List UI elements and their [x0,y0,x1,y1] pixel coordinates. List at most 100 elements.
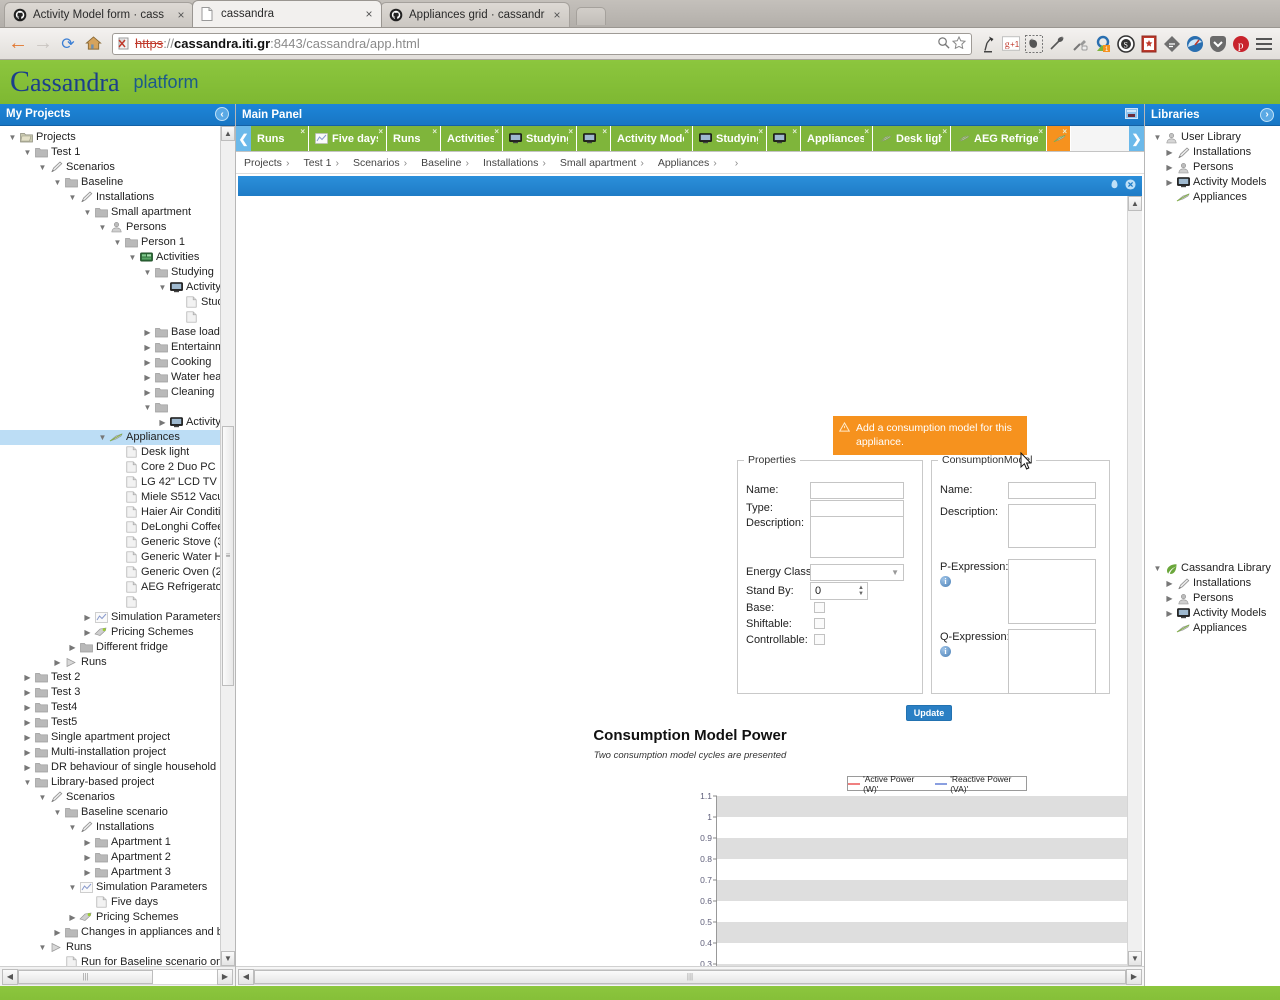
tree-item-projects[interactable]: ▼Projects [0,130,235,145]
chevron-left-circle-icon[interactable]: ‹ [215,107,229,121]
back-arrow-icon[interactable]: ← [6,32,30,56]
close-icon[interactable]: × [363,7,375,21]
chevron-down-icon[interactable]: ▼ [51,178,64,187]
tree-item-apartment-3[interactable]: ▶Apartment 3 [0,865,235,880]
pocket-icon[interactable] [1208,34,1228,54]
library-item-appliances[interactable]: ·Appliances [1145,190,1280,205]
chevron-down-icon[interactable]: ▼ [1151,133,1164,142]
chevron-down-icon[interactable]: ▼ [66,193,79,202]
chevron-down-icon[interactable]: ▼ [36,793,49,802]
info-icon[interactable]: i [940,646,951,657]
star-icon[interactable] [951,36,967,52]
tree-item-small-apartment[interactable]: ▼Small apartment [0,205,235,220]
chevron-right-icon[interactable]: ▶ [21,733,34,742]
library-item-persons[interactable]: ▶Persons [1145,160,1280,175]
scroll-down-arrow[interactable]: ▼ [1128,951,1142,966]
hscroll-track[interactable]: ||| [18,969,217,985]
type-input[interactable] [810,500,904,517]
breadcrumb-item-test-1[interactable]: Test 1› [303,157,339,169]
scroll-up-arrow[interactable]: ▲ [1128,196,1142,211]
desk-lamp-icon[interactable] [978,34,998,54]
tree-item-test-2[interactable]: ▶Test 2 [0,670,235,685]
cm-description-textarea[interactable] [1008,504,1096,548]
chevron-right-icon[interactable]: ▶ [21,763,34,772]
wunderlist-icon[interactable] [1139,34,1159,54]
chevron-right-icon[interactable]: ▶ [81,628,94,637]
main-tab-runs[interactable]: Runs× [251,126,309,151]
library-root-cassandra-library[interactable]: ▼Cassandra Library [1145,561,1280,576]
scroll-right-arrow[interactable]: ▶ [217,969,233,985]
tree-item-base-load[interactable]: ▶Base load [0,325,235,340]
main-tab-appliances[interactable]: Appliances× [801,126,873,151]
library-item-installations[interactable]: ▶Installations [1145,145,1280,160]
chevron-down-icon[interactable]: ▼ [126,253,139,262]
scroll-left-arrow[interactable]: ◀ [238,969,254,985]
tree-item-miele-s512-vacuum-clea[interactable]: ·Miele S512 Vacuum Clea [0,490,235,505]
tree-item-entertainment[interactable]: ▶Entertainment [0,340,235,355]
tree-item-five-days[interactable]: ·Five days [0,895,235,910]
browser-tab-1[interactable]: cassandra × [192,0,382,27]
chevron-down-icon[interactable]: ▼ [156,283,169,292]
content-hscrollbar[interactable]: ◀ ||| ▶ [236,966,1144,986]
tree-item-desk-light[interactable]: ·Desk light [0,445,235,460]
close-icon[interactable]: × [432,127,437,136]
main-tab-five-days[interactable]: Five days× [309,126,387,151]
tree-item-dr-behaviour-of-single-household[interactable]: ▶DR behaviour of single household [0,760,235,775]
library-item-activity-models[interactable]: ▶Activity Models [1145,606,1280,621]
hscroll-thumb[interactable]: ||| [254,970,1126,984]
tree-item-persons[interactable]: ▼Persons [0,220,235,235]
tree-item-pricing-schemes[interactable]: ▶Pricing Schemes [0,625,235,640]
close-icon[interactable]: × [792,127,797,136]
tree-item-installations[interactable]: ▼Installations [0,820,235,835]
chevron-right-icon[interactable]: ▶ [156,418,169,427]
chevron-down-icon[interactable]: ▼ [111,238,124,247]
chevron-right-icon[interactable]: ▶ [141,373,154,382]
chevron-down-icon[interactable]: ▼ [36,943,49,952]
eyedropper-icon[interactable] [1070,34,1090,54]
close-icon[interactable]: × [378,127,383,136]
chevron-right-icon[interactable]: ▶ [81,868,94,877]
chevron-down-icon[interactable]: ▼ [141,268,154,277]
address-bar[interactable]: https://cassandra.iti.gr:8443/cassandra/… [112,33,972,55]
bug-wizard-icon[interactable] [1047,34,1067,54]
main-tab-desk-light[interactable]: Desk light× [873,126,951,151]
main-tab-runs[interactable]: Runs× [387,126,441,151]
scroll-left-arrow[interactable]: ◀ [2,969,18,985]
magnifier-icon[interactable] [935,36,951,52]
tree-item-baseline-scenario[interactable]: ▼Baseline scenario [0,805,235,820]
chevron-right-icon[interactable]: ▶ [81,838,94,847]
base-checkbox[interactable] [814,602,825,613]
close-icon[interactable]: × [494,127,499,136]
scroll-thumb[interactable]: ≡ [222,426,234,686]
breadcrumb-item-7[interactable]: › [731,157,739,169]
scroll-down-arrow[interactable]: ▼ [221,951,235,966]
tree-item-apartment-1[interactable]: ▶Apartment 1 [0,835,235,850]
q-expression-textarea[interactable] [1008,629,1096,694]
breadcrumb-item-appliances[interactable]: Appliances› [658,157,717,169]
tree-item-person-1[interactable]: ▼Person 1 [0,235,235,250]
close-circle-icon[interactable] [1125,179,1136,193]
project-tree-vscrollbar[interactable]: ▲ ▼ ≡ [220,126,235,966]
breadcrumb-item-baseline[interactable]: Baseline› [421,157,469,169]
chevron-right-icon[interactable]: ▶ [1163,163,1176,172]
stand-by-spinner[interactable]: 0 ▲▼ [810,582,868,600]
close-icon[interactable]: × [568,127,573,136]
tree-item-core-2-duo-pc[interactable]: ·Core 2 Duo PC [0,460,235,475]
library-root-user-library[interactable]: ▼User Library [1145,130,1280,145]
breadcrumb[interactable]: Projects›Test 1›Scenarios›Baseline›Insta… [236,152,1144,174]
menu-icon[interactable] [1254,34,1274,54]
chevron-right-icon[interactable]: ▶ [21,703,34,712]
tree-item-activity-models[interactable]: ▼Activity Models [0,280,235,295]
pinterest-icon[interactable]: p [1231,34,1251,54]
close-icon[interactable]: × [942,127,947,136]
controllable-checkbox[interactable] [814,634,825,645]
home-icon[interactable] [81,32,105,56]
tree-item-cooking[interactable]: ▶Cooking [0,355,235,370]
chevron-right-icon[interactable]: ▶ [81,853,94,862]
tree-item-runs[interactable]: ▶Runs [0,655,235,670]
close-icon[interactable]: × [1062,127,1067,136]
tree-item[interactable]: · [0,310,235,325]
chevron-down-icon[interactable]: ▼ [66,883,79,892]
tree-item-different-fridge[interactable]: ▶Different fridge [0,640,235,655]
chevron-right-icon[interactable]: ▶ [141,358,154,367]
